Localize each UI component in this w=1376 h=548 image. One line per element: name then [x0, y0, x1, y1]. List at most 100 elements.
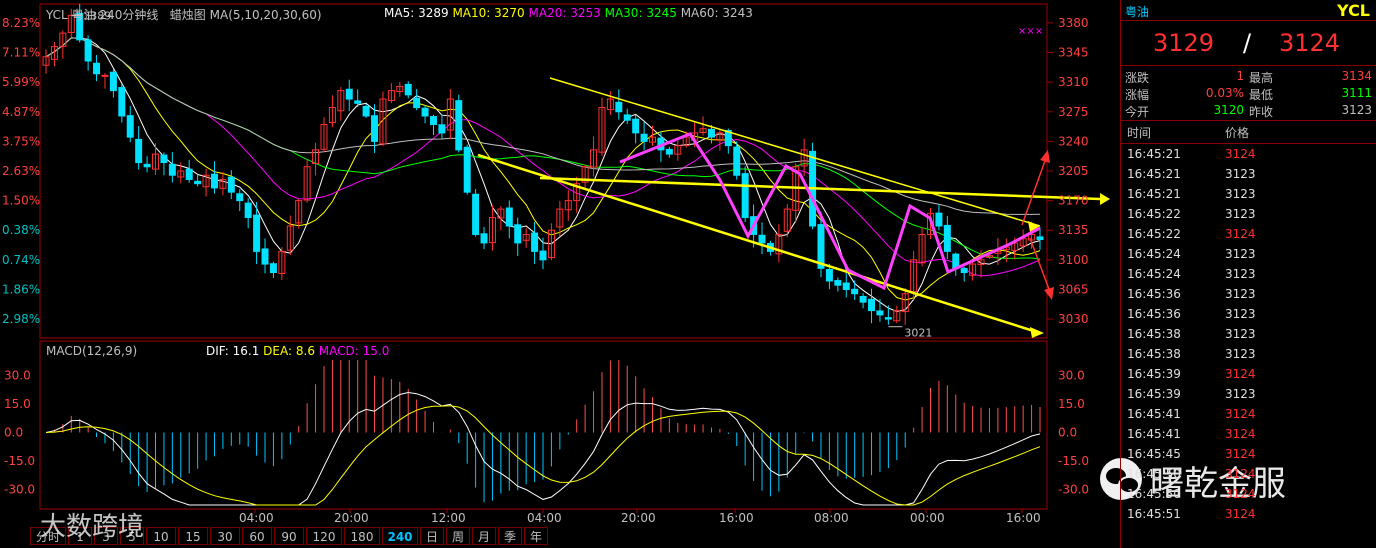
- ma5-value: 3289: [418, 6, 449, 20]
- cross-marker: ×××: [1018, 26, 1044, 37]
- period-button-13[interactable]: 周: [446, 527, 470, 545]
- macd-label: MACD:: [318, 344, 359, 358]
- period-button-10[interactable]: 180: [344, 527, 380, 545]
- trade-row: 16:45:36 3123: [1121, 284, 1376, 304]
- quote-value: 0.03%: [1205, 86, 1244, 100]
- trade-row: 16:45:41 3124: [1121, 404, 1376, 424]
- trade-price: 3124: [1225, 507, 1256, 521]
- trade-price: 3123: [1225, 187, 1256, 201]
- candle-down: [210, 173, 218, 189]
- candle-down: [244, 202, 252, 219]
- price-separator: /: [1243, 29, 1252, 57]
- quote-label: 今开: [1125, 105, 1150, 119]
- macd-tick-label: 0.0: [4, 426, 23, 440]
- symbol-code: YCL: [46, 8, 68, 22]
- time-tick-label: 04:00: [527, 511, 562, 524]
- dea-label: DEA:: [263, 344, 293, 358]
- time-tick-label: 12:00: [431, 511, 466, 524]
- candle-down: [345, 88, 353, 100]
- macd-tick-label: 0.0: [1058, 426, 1077, 440]
- macd-tick-label: -15.0: [1058, 454, 1089, 468]
- period-button-4[interactable]: 10: [146, 527, 176, 545]
- candle-down: [707, 128, 715, 138]
- period-button-15[interactable]: 季: [498, 527, 522, 545]
- ma-values: MA5: 3289 MA10: 3270 MA20: 3253 MA30: 32…: [384, 6, 753, 20]
- time-tick-label: 04:00: [239, 511, 274, 524]
- drawing-objects[interactable]: [477, 77, 1110, 338]
- quote-label: 涨跌: [1125, 71, 1150, 85]
- macd-tick-label: 15.0: [4, 397, 31, 411]
- quote-label: 最高: [1249, 71, 1274, 85]
- trade-price: 3124: [1225, 447, 1256, 461]
- candle-down: [733, 146, 741, 176]
- candle-down: [194, 180, 202, 185]
- period-button-9[interactable]: 120: [306, 527, 342, 545]
- percent-tick-label: 0.38%: [2, 223, 40, 237]
- ma60-line: [45, 37, 1041, 215]
- candle-down: [632, 118, 640, 134]
- price-tick-label: 3030: [1058, 312, 1089, 326]
- ma30-line: [45, 37, 1041, 260]
- candle-down: [842, 282, 850, 290]
- candle-down: [109, 71, 117, 92]
- ma20-label: MA20:: [528, 6, 567, 20]
- trade-price: 3124: [1225, 227, 1256, 241]
- percent-tick-label: 3.75%: [2, 134, 40, 148]
- percent-tick-label: 2.98%: [2, 312, 40, 326]
- trade-row: 16:45:39 3123: [1121, 384, 1376, 404]
- time-tick-label: 00:00: [910, 511, 945, 524]
- candle-down: [269, 263, 277, 274]
- arrow-head: [1040, 150, 1050, 163]
- trade-price: 3123: [1225, 167, 1256, 181]
- macd-tick-label: -30.0: [1058, 483, 1089, 497]
- ma30-value: 3245: [646, 6, 677, 20]
- trade-row: 16:45:38 3123: [1121, 324, 1376, 344]
- trade-price: 3124: [1225, 467, 1256, 481]
- trade-price: 3124: [1225, 427, 1256, 441]
- macd-tick-label: 15.0: [1058, 397, 1085, 411]
- macd-title: MACD(12,26,9): [46, 344, 138, 358]
- time-tick-label: 16:00: [1006, 511, 1041, 524]
- trade-price: 3123: [1225, 287, 1256, 301]
- candle-down: [758, 234, 766, 244]
- candle-down: [514, 224, 522, 244]
- candle-down: [480, 233, 488, 244]
- percent-tick-label: 1.86%: [2, 282, 40, 296]
- trade-row: 16:45:50 3124: [1121, 484, 1376, 504]
- candle-down: [851, 288, 859, 295]
- candle-down: [261, 248, 269, 265]
- period-button-5[interactable]: 15: [178, 527, 208, 545]
- candle-down: [236, 193, 244, 202]
- period-button-6[interactable]: 30: [210, 527, 240, 545]
- period-button-12[interactable]: 日: [420, 527, 444, 545]
- trade-price: 3124: [1225, 147, 1256, 161]
- trade-row: 16:45:38 3123: [1121, 344, 1376, 364]
- trade-time: 16:45:24: [1127, 267, 1181, 281]
- period-button-16[interactable]: 年: [524, 527, 548, 545]
- percent-tick-label: 0.74%: [2, 253, 40, 267]
- candle-down: [371, 115, 379, 142]
- ma10-value: 3270: [494, 6, 525, 20]
- quote-panel: 粤油 YCL 3129 / 3124 涨跌 1 最高 3134 涨幅 0.03% 最低 311…: [1120, 0, 1376, 548]
- trade-time: 16:45:39: [1127, 367, 1181, 381]
- period-button-11[interactable]: 240: [382, 527, 418, 545]
- quote-label: 昨收: [1249, 105, 1274, 119]
- macd-value: 15.0: [362, 344, 390, 358]
- period-button-14[interactable]: 月: [472, 527, 496, 545]
- ma20-value: 3253: [570, 6, 601, 20]
- period-button-8[interactable]: 90: [274, 527, 304, 545]
- kline-chart[interactable]: 3380 8.23% 3345 7.11% 3310 5.99% 3275 4.87% 3240…: [0, 0, 1120, 524]
- candle-down: [354, 100, 362, 104]
- percent-tick-label: 5.99%: [2, 75, 40, 89]
- percent-tick-label: 2.63%: [2, 164, 40, 178]
- candle-down: [1036, 236, 1044, 241]
- time-tick-label: 20:00: [621, 511, 656, 524]
- trade-price: 3123: [1225, 307, 1256, 321]
- price-tick-label: 3065: [1058, 282, 1089, 296]
- period-label: 240分钟线: [99, 8, 159, 22]
- period-button-7[interactable]: 60: [242, 527, 272, 545]
- trade-price: 3124: [1225, 367, 1256, 381]
- quote-value: 3123: [1341, 103, 1372, 117]
- arrow-head: [1044, 287, 1054, 300]
- trade-row: 16:45:41 3124: [1121, 424, 1376, 444]
